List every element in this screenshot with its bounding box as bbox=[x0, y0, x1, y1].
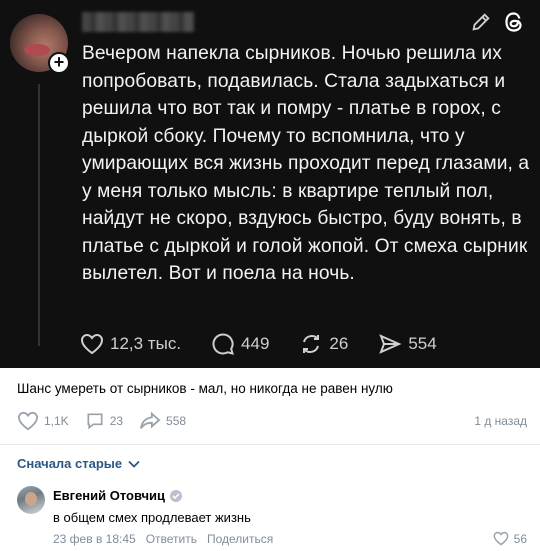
comment-icon bbox=[212, 333, 234, 355]
reply-button[interactable]: Ответить bbox=[146, 532, 197, 546]
vk-share-count: 558 bbox=[166, 414, 187, 428]
threads-actions: 12,3 тыс. 449 26 554 bbox=[80, 332, 467, 356]
vk-comment-count: 23 bbox=[109, 414, 124, 428]
edit-icon bbox=[472, 13, 490, 31]
post-caption: Шанс умереть от сырников - мал, но никог… bbox=[17, 381, 393, 396]
threads-comment-button[interactable]: 449 bbox=[211, 332, 269, 356]
comment-like-count: 56 bbox=[513, 531, 527, 546]
blurred-username bbox=[82, 12, 194, 32]
comment-meta: 23 фев в 18:45 Ответить Поделиться bbox=[53, 532, 273, 546]
vk-share-button[interactable]: 558 bbox=[139, 411, 186, 431]
comment-like-button[interactable]: 56 bbox=[493, 531, 527, 546]
threads-like-button[interactable]: 12,3 тыс. bbox=[80, 333, 181, 355]
comment-date[interactable]: 23 фев в 18:45 bbox=[53, 532, 136, 546]
threads-top-icons bbox=[470, 10, 526, 34]
divider bbox=[0, 444, 540, 445]
threads-share-count: 554 bbox=[408, 334, 437, 353]
thread-line bbox=[38, 84, 40, 346]
repost-icon bbox=[303, 335, 320, 353]
vk-like-count: 1,1K bbox=[44, 414, 69, 428]
vk-like-button[interactable]: 1,1K bbox=[17, 411, 69, 431]
threads-share-button[interactable]: 554 bbox=[378, 332, 437, 356]
share-icon bbox=[379, 334, 402, 354]
comment-author-name[interactable]: Евгений Отовчиц bbox=[53, 488, 165, 503]
comment-icon bbox=[87, 413, 103, 430]
comment-text: в общем смех продлевает жизнь bbox=[53, 510, 251, 525]
chevron-down-icon bbox=[128, 460, 140, 468]
heart-icon bbox=[80, 333, 104, 355]
threads-repost-button[interactable]: 26 bbox=[299, 332, 348, 356]
threads-logo-icon bbox=[505, 12, 522, 32]
vk-comment-button[interactable]: 23 bbox=[85, 411, 123, 431]
share-icon bbox=[140, 411, 161, 429]
verified-icon bbox=[170, 489, 183, 502]
follow-plus-icon: + bbox=[48, 52, 70, 74]
sort-label: Сначала старые bbox=[17, 456, 123, 471]
threads-comment-count: 449 bbox=[241, 334, 270, 353]
threads-avatar: + bbox=[10, 14, 70, 74]
vk-post-actions: 1,1K 23 558 1 д назад bbox=[17, 410, 527, 432]
threads-screenshot: + Вечером напекла сырников. Ночью решила… bbox=[0, 0, 540, 368]
share-comment-button[interactable]: Поделиться bbox=[207, 532, 273, 546]
threads-repost-count: 26 bbox=[329, 334, 349, 353]
comment-sort-select[interactable]: Сначала старые bbox=[17, 456, 140, 471]
comment-avatar[interactable] bbox=[17, 486, 45, 514]
heart-icon bbox=[17, 411, 39, 431]
comment-author[interactable]: Евгений Отовчиц bbox=[53, 488, 183, 503]
heart-icon bbox=[493, 531, 509, 546]
threads-like-count: 12,3 тыс. bbox=[110, 334, 182, 353]
threads-post-text: Вечером напекла сырников. Ночью решила и… bbox=[82, 43, 530, 284]
post-timestamp: 1 д назад bbox=[474, 414, 527, 428]
